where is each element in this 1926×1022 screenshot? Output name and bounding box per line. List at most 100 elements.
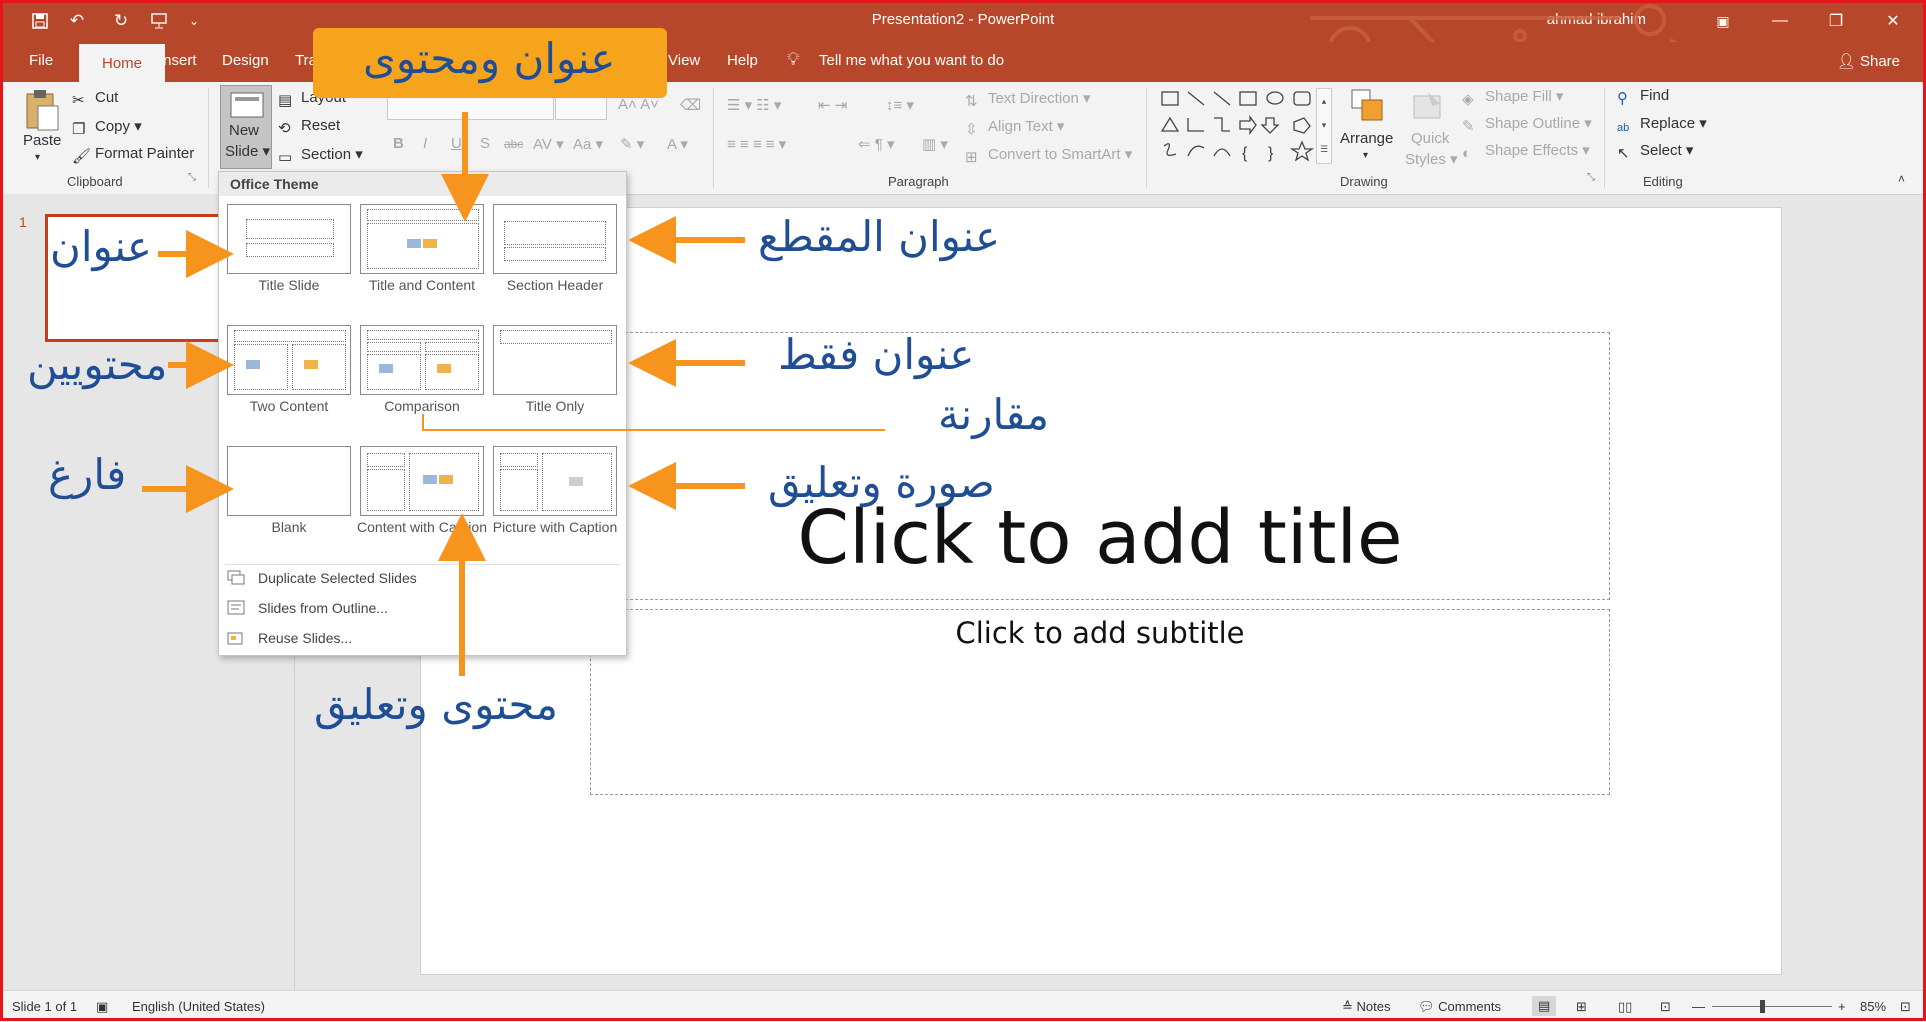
shapes-gallery-icon[interactable]: {} [1158,88,1328,164]
tab-view[interactable]: View [668,52,700,69]
replace-icon: ab [1617,122,1630,134]
share-button[interactable]: 👤︎ Share [1837,52,1900,70]
restore-icon[interactable]: ❐ [1813,6,1859,36]
chevron-down-icon[interactable]: ▾ [35,152,40,163]
arrange-button[interactable]: Arrange [1340,130,1393,147]
svg-text:{: { [1242,145,1248,162]
align-text-button[interactable]: ⇳ Align Text ▾ [965,117,1064,138]
text-direction-button[interactable]: ⇅ Text Direction ▾ [965,89,1091,110]
find-button[interactable]: ⚲ Find [1617,87,1669,107]
zoom-slider-thumb[interactable] [1760,1000,1765,1013]
normal-view-icon[interactable]: ▤ [1532,996,1557,1016]
quick-styles-label[interactable]: Quick [1411,130,1449,147]
paste-button[interactable]: Paste [23,132,61,149]
font-size-box[interactable] [555,96,607,120]
font-color-icon[interactable]: A ▾ [667,135,688,153]
zoom-level[interactable]: 85% [1860,999,1886,1014]
outline-icon [227,600,245,615]
layout-title-only-label: Title Only [525,398,585,414]
chevron-down-icon[interactable]: ▾ [1363,150,1368,161]
dialog-launcher-icon[interactable]: ⤡ [1587,172,1595,183]
shapes-scroll[interactable]: ▴ ▾ ☰ [1316,88,1332,164]
reuse-slides[interactable]: Reuse Slides... [258,630,352,646]
language-status[interactable]: English (United States) [132,999,265,1014]
highlight-icon[interactable]: ✎ ▾ [620,135,644,153]
bullets-icon[interactable]: ☰ ▾ ☷ ▾ [727,96,781,114]
comments-button[interactable]: 💬︎ Comments [1418,999,1501,1015]
direction-icons[interactable]: ⇐ ¶ ▾ [858,135,895,153]
spellcheck-icon[interactable]: ▣ [96,999,108,1015]
layout-section-header[interactable] [493,204,617,274]
reading-view-icon[interactable]: ▯▯ [1618,999,1632,1015]
tell-me-search[interactable]: Tell me what you want to do [819,52,1004,69]
line-spacing-icon[interactable]: ↕≡ ▾ [886,96,914,114]
zoom-slider[interactable] [1712,1006,1832,1007]
tab-design[interactable]: Design [222,52,269,69]
shape-outline-button[interactable]: ✎ Shape Outline ▾ [1462,114,1592,135]
annotation-comparison: مقارنة [938,390,1050,439]
shadow-icon[interactable]: S [480,135,490,152]
tab-help[interactable]: Help [727,52,758,69]
notes-icon: ≙ [1342,999,1357,1014]
zoom-in-icon[interactable]: + [1838,999,1846,1014]
paste-icon[interactable] [24,88,60,132]
notes-button[interactable]: ≙ Notes [1342,999,1390,1015]
comments-icon: 💬︎ [1418,999,1439,1014]
grow-font-icon[interactable]: A˄ A˅ [618,96,659,113]
change-case-icon[interactable]: Aa ▾ [573,135,603,153]
convert-smartart-button[interactable]: ⊞ Convert to SmartArt ▾ [965,145,1132,166]
reset-label: Reset [301,117,341,134]
arrange-icon[interactable] [1350,88,1386,124]
new-slide-button[interactable]: New Slide ▾ [220,85,272,169]
layout-title-slide[interactable] [227,204,351,274]
ribbon-display-icon[interactable]: ▣ [1700,6,1746,36]
dialog-launcher-icon[interactable]: ⤡ [188,172,196,183]
font-name-box[interactable] [387,96,554,120]
format-painter-button[interactable]: 🖌︎ Format Painter [72,145,194,165]
layout-blank[interactable] [227,446,351,516]
cut-button[interactable]: ✂ Cut [72,89,118,109]
close-icon[interactable]: ✕ [1870,6,1916,36]
layout-dropdown: Office Theme Title Slide Title and Conte… [218,171,627,656]
shape-fill-button[interactable]: ◈ Shape Fill ▾ [1462,87,1563,108]
tab-file[interactable]: File [29,52,53,69]
zoom-out-icon[interactable]: — [1692,999,1705,1014]
quick-styles-icon[interactable] [1410,88,1446,124]
underline-icon[interactable]: U [451,135,462,152]
fit-slide-icon[interactable]: ⊡ [1900,999,1911,1015]
columns-icon[interactable]: ▥ ▾ [922,135,948,153]
shape-effects-button[interactable]: ◐ Shape Effects ▾ [1462,141,1590,162]
slideshow-icon[interactable]: ⊡ [1660,999,1671,1015]
tab-home[interactable]: Home [79,44,165,82]
layout-content-with-caption[interactable] [360,446,484,516]
quick-styles-label-2[interactable]: Styles ▾ [1405,150,1458,168]
section-button[interactable]: ▭ Section ▾ [278,145,363,166]
layout-title-and-content[interactable] [360,204,484,274]
slides-from-outline[interactable]: Slides from Outline... [258,600,388,616]
clipboard-group-label: Clipboard [67,174,123,189]
indent-icon[interactable]: ⇤ ⇥ [818,96,847,114]
copy-button[interactable]: ❐ Copy ▾ [72,117,142,138]
title-bar: ↶ ↻ ⌄ Presentation2 - PowerPoint ahmad i… [0,0,1926,77]
pen-icon: ✎ [1462,118,1475,135]
char-spacing-icon[interactable]: AV ▾ [533,135,564,153]
italic-icon[interactable]: I [423,135,427,152]
select-button[interactable]: ↖ Select ▾ [1617,141,1693,162]
subtitle-placeholder[interactable]: Click to add subtitle [590,609,1610,795]
layout-picture-with-caption[interactable] [493,446,617,516]
layout-two-content[interactable] [227,325,351,395]
minimize-icon[interactable]: — [1757,6,1803,36]
layout-title-only[interactable] [493,325,617,395]
replace-button[interactable]: ab Replace ▾ [1617,114,1707,138]
reset-button[interactable]: ⟲ Reset [278,117,341,137]
strikethrough-icon[interactable]: abc [504,137,523,151]
copy-icon: ❐ [72,121,86,138]
bold-icon[interactable]: B [393,135,404,152]
align-icons[interactable]: ≡ ≡ ≡ ≡ ▾ [727,135,786,153]
duplicate-selected-slides[interactable]: Duplicate Selected Slides [258,570,417,586]
title-placeholder[interactable]: Click to add title [590,332,1610,600]
slide-sorter-icon[interactable]: ⊞ [1576,999,1587,1015]
clear-format-icon[interactable]: ⌫ [680,96,701,114]
collapse-ribbon-icon[interactable]: ˄ [1898,172,1905,186]
layout-comparison[interactable] [360,325,484,395]
